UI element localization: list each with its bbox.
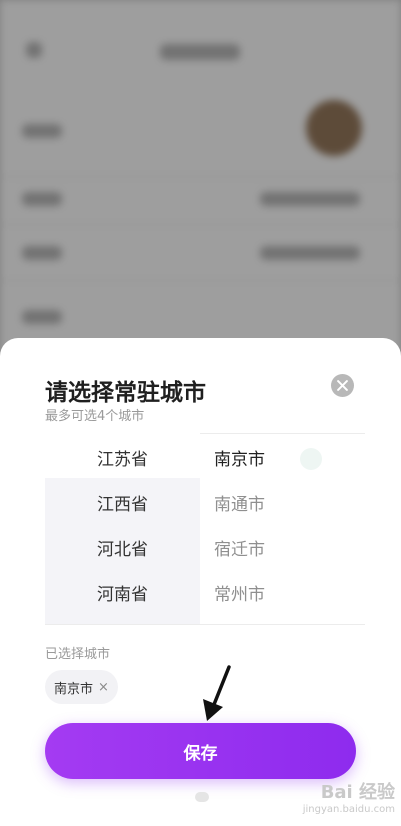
selected-city-chip[interactable]: 南京市 × — [45, 670, 118, 704]
city-item[interactable]: 南通市 — [200, 480, 365, 525]
watermark-url: jingyan.baidu.com — [302, 804, 395, 815]
sheet-subtitle: 最多可选4个城市 — [45, 409, 145, 424]
province-item[interactable]: 河北省 — [45, 525, 200, 570]
close-icon — [337, 380, 348, 391]
city-column[interactable]: 南京市 南通市 宿迁市 常州市 — [200, 433, 365, 625]
province-item[interactable]: 河南省 — [45, 570, 200, 615]
city-item[interactable]: 南京市 — [200, 435, 365, 480]
save-button[interactable]: 保存 — [45, 723, 356, 779]
close-button[interactable] — [331, 374, 354, 397]
province-item[interactable]: 江苏省 — [45, 435, 200, 480]
selected-cities-label: 已选择城市 — [45, 647, 111, 662]
chip-remove-icon[interactable]: × — [98, 680, 109, 695]
city-item[interactable]: 常州市 — [200, 570, 365, 615]
chip-label: 南京市 — [54, 681, 94, 697]
city-item[interactable]: 宿迁市 — [200, 525, 365, 570]
picker-divider — [45, 624, 365, 625]
province-item[interactable]: 江西省 — [45, 480, 200, 525]
check-icon — [300, 448, 322, 470]
home-indicator — [195, 792, 209, 802]
sheet-title: 请选择常驻城市 — [45, 380, 206, 406]
watermark-brand: Bai 经验 — [320, 782, 395, 803]
province-column[interactable]: 江苏省 江西省 河北省 河南省 — [45, 433, 200, 625]
arrow-annotation-icon — [203, 665, 231, 721]
watermark: Bai 经验 jingyan.baidu.com — [283, 778, 395, 815]
